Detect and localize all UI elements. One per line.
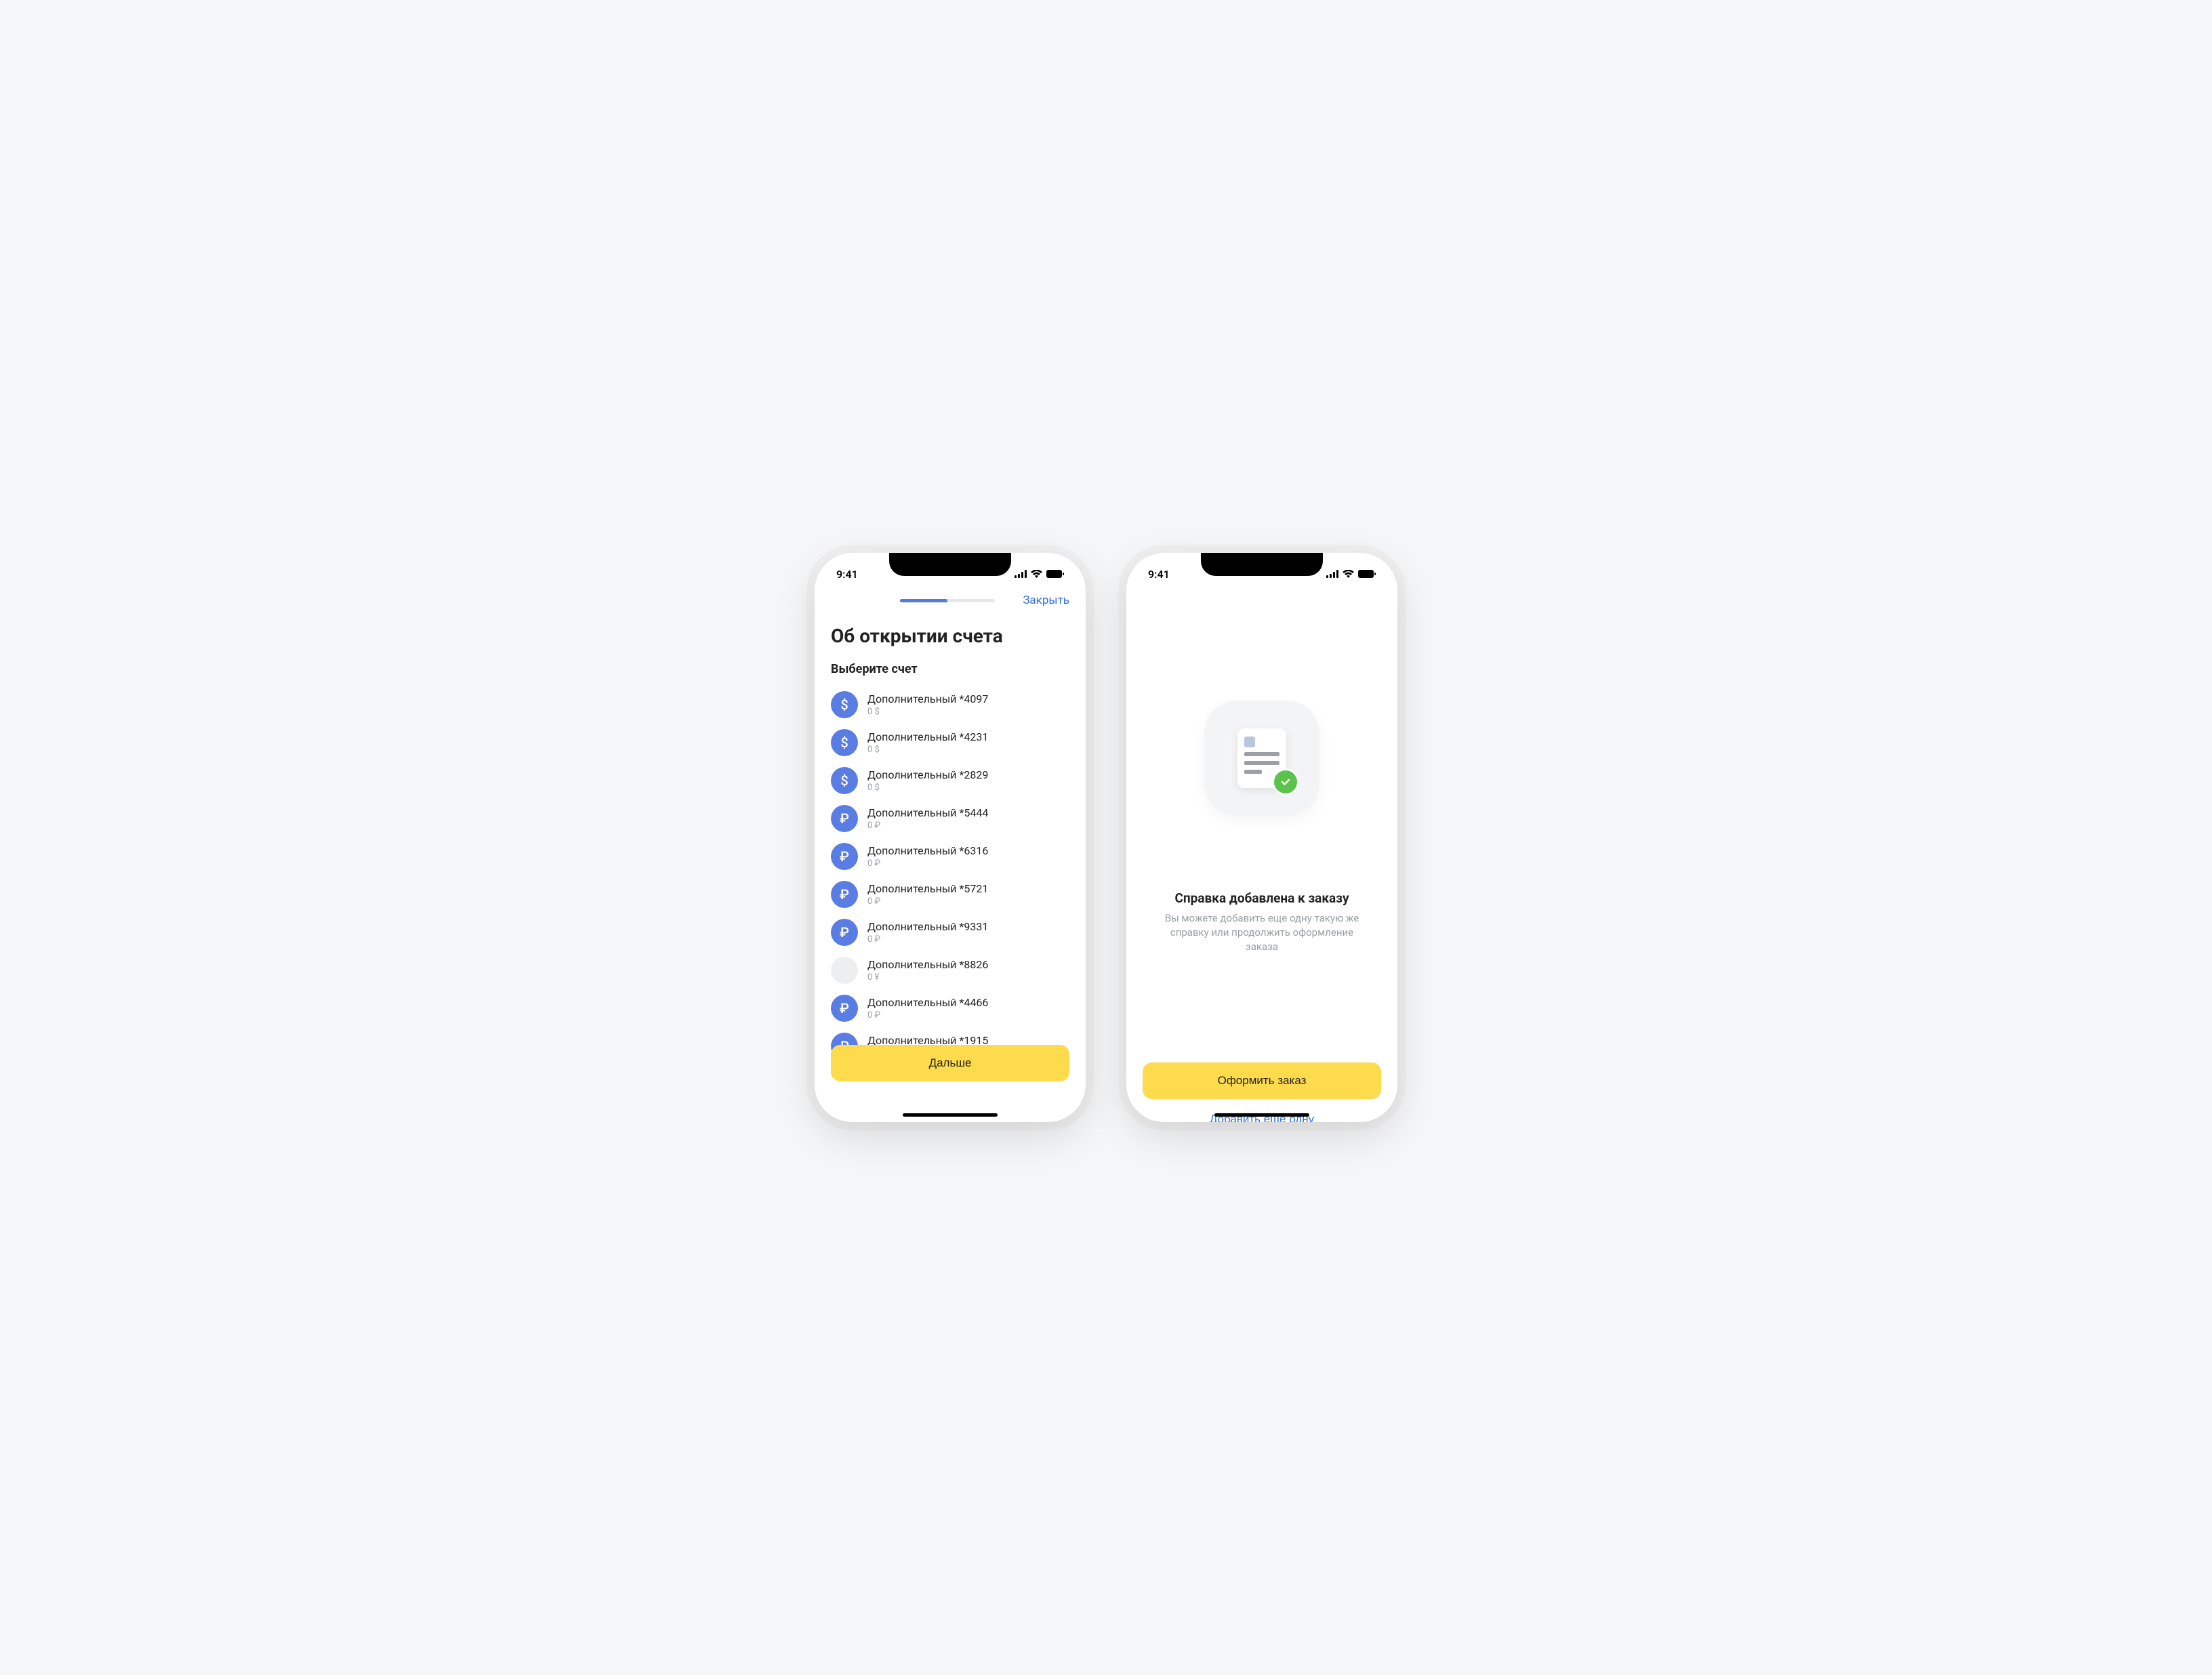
progress-bar <box>900 599 995 602</box>
dollar-icon: $ <box>831 767 858 794</box>
dollar-icon: $ <box>831 729 858 756</box>
home-indicator[interactable] <box>1214 1113 1309 1117</box>
ruble-icon: ₽ <box>831 881 858 908</box>
cellular-signal-icon <box>1326 570 1338 578</box>
status-indicators <box>1326 570 1376 578</box>
battery-icon <box>1358 570 1376 578</box>
account-balance: 0 ¥ <box>867 972 1069 983</box>
ruble-icon: ₽ <box>831 843 858 870</box>
battery-icon <box>1046 570 1064 578</box>
phone-frame-1: 9:41 Закрыть Об открытии счета Выберите … <box>815 553 1086 1122</box>
phone-frame-2: 9:41 Справка добавлена к зак <box>1126 553 1397 1122</box>
account-name: Дополнительный *8826 <box>867 958 1069 971</box>
account-row[interactable]: ₽ Дополнительный *6316 0 ₽ <box>831 838 1069 875</box>
currency-icon <box>831 957 858 984</box>
account-name: Дополнительный *9331 <box>867 920 1069 933</box>
status-bar: 9:41 <box>1126 553 1397 585</box>
screen-confirmation: Справка добавлена к заказу Вы можете доб… <box>1126 585 1397 1122</box>
account-balance: 0 $ <box>867 783 1069 793</box>
account-name: Дополнительный *4097 <box>867 692 1069 705</box>
home-indicator[interactable] <box>903 1113 998 1117</box>
confirmation-description: Вы можете добавить еще одну такую же спр… <box>1160 911 1364 954</box>
account-balance: 0 ₽ <box>867 896 1069 907</box>
checkmark-icon <box>1272 768 1299 795</box>
status-indicators <box>1015 570 1064 578</box>
account-balance: 0 ₽ <box>867 859 1069 869</box>
account-name: Дополнительный *5444 <box>867 806 1069 819</box>
ruble-icon: ₽ <box>831 919 858 946</box>
ruble-icon: ₽ <box>831 995 858 1022</box>
accounts-list: $ Дополнительный *4097 0 $ $ Дополнительный … <box>815 686 1086 1065</box>
next-button[interactable]: Дальше <box>831 1045 1069 1081</box>
submit-order-button[interactable]: Оформить заказ <box>1143 1062 1381 1099</box>
account-row[interactable]: $ Дополнительный *4097 0 $ <box>831 686 1069 724</box>
account-name: Дополнительный *4466 <box>867 996 1069 1009</box>
wifi-icon <box>1031 570 1042 578</box>
account-row[interactable]: ₽ Дополнительный *57210 ₽ <box>831 875 1069 913</box>
header-row: Закрыть <box>815 585 1086 613</box>
add-another-button[interactable]: Добавить еще одну <box>1143 1103 1381 1122</box>
confirmation-title: Справка добавлена к заказу <box>1174 890 1349 906</box>
wifi-icon <box>1343 570 1354 578</box>
status-bar: 9:41 <box>815 553 1086 585</box>
account-name: Дополнительный *5721 <box>867 882 1069 895</box>
account-balance: 0 $ <box>867 745 1069 755</box>
account-row[interactable]: $ Дополнительный *4231 0 $ <box>831 724 1069 762</box>
ruble-icon: ₽ <box>831 805 858 832</box>
cellular-signal-icon <box>1015 570 1027 578</box>
account-name: Дополнительный *2829 <box>867 768 1069 781</box>
close-button[interactable]: Закрыть <box>1023 594 1069 607</box>
account-row[interactable]: ₽ Дополнительный *93310 ₽ <box>831 913 1069 951</box>
account-name: Дополнительный *6316 <box>867 844 1069 857</box>
status-time: 9:41 <box>1148 568 1170 581</box>
status-time: 9:41 <box>836 568 858 581</box>
success-illustration <box>1204 701 1319 816</box>
account-name: Дополнительный *4231 <box>867 730 1069 743</box>
account-row[interactable]: $ Дополнительный *2829 0 $ <box>831 762 1069 800</box>
account-balance: 0 ₽ <box>867 821 1069 831</box>
account-row[interactable]: Дополнительный *88260 ¥ <box>831 951 1069 989</box>
screen-account-select: Закрыть Об открытии счета Выберите счет … <box>815 585 1086 1122</box>
account-balance: 0 $ <box>867 707 1069 717</box>
account-row[interactable]: ₽ Дополнительный *5444 0 ₽ <box>831 800 1069 838</box>
account-row[interactable]: ₽ Дополнительный *44660 ₽ <box>831 989 1069 1027</box>
dollar-icon: $ <box>831 691 858 718</box>
progress-fill <box>900 599 947 602</box>
account-balance: 0 ₽ <box>867 1010 1069 1020</box>
account-balance: 0 ₽ <box>867 934 1069 945</box>
page-title: Об открытии счета <box>815 613 1086 662</box>
section-title: Выберите счет <box>815 662 1086 686</box>
